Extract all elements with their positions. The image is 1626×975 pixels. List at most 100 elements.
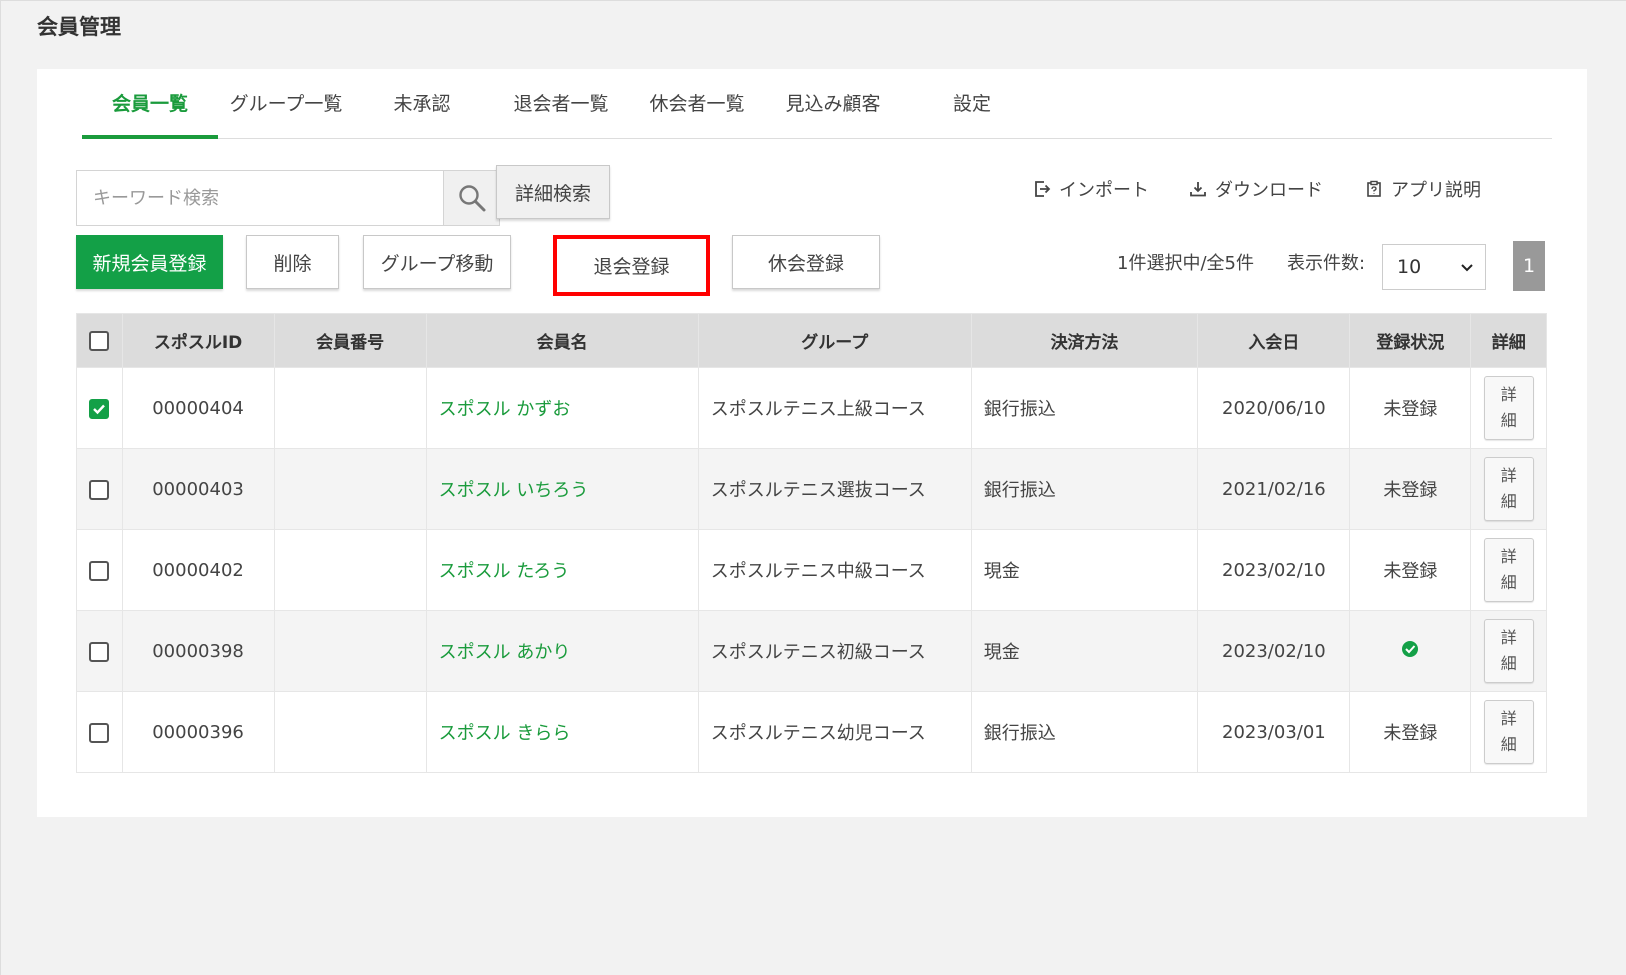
detail-label-1: 詳 bbox=[1500, 628, 1517, 647]
row-checkbox[interactable] bbox=[89, 641, 110, 662]
download-link[interactable]: ダウンロード bbox=[1189, 177, 1323, 201]
import-icon bbox=[1035, 181, 1051, 197]
status-cell bbox=[1349, 610, 1472, 692]
payment-cell: 銀行振込 bbox=[970, 691, 1199, 773]
row-checkbox[interactable] bbox=[89, 479, 110, 500]
joined-cell: 2020/06/10 bbox=[1197, 367, 1351, 449]
group-cell: スポスルテニス幼児コース bbox=[697, 691, 972, 773]
pagination-page[interactable]: 1 bbox=[1513, 241, 1545, 291]
highlight-box bbox=[553, 235, 710, 296]
payment-cell: 現金 bbox=[970, 529, 1199, 611]
number-cell bbox=[273, 367, 427, 449]
member-table: スポスルID 会員番号 会員名 グループ 決済方法 入会日 登録状況 詳細 00… bbox=[76, 313, 1547, 773]
detail-label-2: 細 bbox=[1500, 735, 1517, 754]
id-cell: 00000404 bbox=[121, 367, 275, 449]
header-status: 登録状況 bbox=[1349, 313, 1472, 368]
detail-cell: 詳細 bbox=[1470, 448, 1547, 530]
member-name-link[interactable]: スポスル かずお bbox=[425, 367, 699, 449]
detail-button[interactable]: 詳細 bbox=[1483, 457, 1534, 521]
joined-cell: 2023/02/10 bbox=[1197, 529, 1351, 611]
member-name-link[interactable]: スポスル たろう bbox=[425, 529, 699, 611]
member-name-link[interactable]: スポスル あかり bbox=[425, 610, 699, 692]
detail-button[interactable]: 詳細 bbox=[1483, 700, 1534, 764]
download-label: ダウンロード bbox=[1215, 180, 1323, 201]
app-help-link[interactable]: アプリ説明 bbox=[1365, 177, 1481, 201]
tab-settings[interactable]: 設定 bbox=[942, 69, 1002, 139]
select-all-cell bbox=[76, 313, 123, 368]
id-cell: 00000398 bbox=[121, 610, 275, 692]
search-button[interactable] bbox=[443, 171, 499, 225]
group-cell: スポスルテニス上級コース bbox=[697, 367, 972, 449]
delete-button[interactable]: 削除 bbox=[246, 235, 339, 289]
main-panel: 会員一覧 グループ一覧 未承認 退会者一覧 休会者一覧 見込み顧客 設定 詳細検… bbox=[37, 69, 1587, 817]
row-select-cell bbox=[76, 529, 123, 611]
move-group-button[interactable]: グループ移動 bbox=[363, 235, 511, 289]
tab-unapproved[interactable]: 未承認 bbox=[387, 69, 457, 139]
joined-cell: 2023/03/01 bbox=[1197, 691, 1351, 773]
detail-button[interactable]: 詳細 bbox=[1483, 619, 1534, 683]
joined-cell: 2023/02/10 bbox=[1197, 610, 1351, 692]
detail-search-button[interactable]: 詳細検索 bbox=[496, 165, 610, 219]
select-all-checkbox[interactable] bbox=[89, 330, 110, 351]
row-checkbox[interactable] bbox=[89, 560, 110, 581]
number-cell bbox=[273, 691, 427, 773]
row-checkbox[interactable] bbox=[89, 722, 110, 743]
member-name-link[interactable]: スポスル いちろう bbox=[425, 448, 699, 530]
table-row: 00000396 スポスル きらら スポスルテニス幼児コース 銀行振込 2023/03/… bbox=[76, 691, 1547, 773]
detail-cell: 詳細 bbox=[1470, 529, 1547, 611]
tab-group-list[interactable]: グループ一覧 bbox=[222, 69, 350, 139]
status-cell: 未登録 bbox=[1349, 529, 1472, 611]
table-row: 00000403 スポスル いちろう スポスルテニス選抜コース 銀行振込 2021/02… bbox=[76, 448, 1547, 530]
header-id: スポスルID bbox=[121, 313, 275, 368]
number-cell bbox=[273, 529, 427, 611]
suspend-button[interactable]: 休会登録 bbox=[732, 235, 880, 289]
table-row: 00000404 スポスル かずお スポスルテニス上級コース 銀行振込 2020/06/… bbox=[76, 367, 1547, 449]
detail-label-2: 細 bbox=[1500, 573, 1517, 592]
app-help-icon bbox=[1367, 180, 1381, 197]
id-cell: 00000402 bbox=[121, 529, 275, 611]
payment-cell: 現金 bbox=[970, 610, 1199, 692]
detail-cell: 詳細 bbox=[1470, 367, 1547, 449]
detail-button[interactable]: 詳細 bbox=[1483, 538, 1534, 602]
tab-member-list[interactable]: 会員一覧 bbox=[82, 69, 218, 139]
row-select-cell bbox=[76, 448, 123, 530]
search-icon bbox=[458, 185, 485, 212]
detail-label-2: 細 bbox=[1500, 492, 1517, 511]
detail-cell: 詳細 bbox=[1470, 610, 1547, 692]
detail-cell: 詳細 bbox=[1470, 691, 1547, 773]
status-cell: 未登録 bbox=[1349, 367, 1472, 449]
detail-label-1: 詳 bbox=[1500, 385, 1517, 404]
status-cell: 未登録 bbox=[1349, 691, 1472, 773]
tab-prospects[interactable]: 見込み顧客 bbox=[778, 69, 888, 139]
search-input[interactable] bbox=[77, 171, 444, 225]
detail-button[interactable]: 詳細 bbox=[1483, 376, 1534, 440]
number-cell bbox=[273, 610, 427, 692]
detail-label-1: 詳 bbox=[1500, 466, 1517, 485]
table-row: 00000402 スポスル たろう スポスルテニス中級コース 現金 2023/02/10… bbox=[76, 529, 1547, 611]
header-detail: 詳細 bbox=[1470, 313, 1547, 368]
id-cell: 00000403 bbox=[121, 448, 275, 530]
new-member-button[interactable]: 新規会員登録 bbox=[76, 235, 223, 289]
group-cell: スポスルテニス中級コース bbox=[697, 529, 972, 611]
row-select-cell bbox=[76, 367, 123, 449]
payment-cell: 銀行振込 bbox=[970, 367, 1199, 449]
row-checkbox[interactable] bbox=[89, 398, 110, 419]
import-link[interactable]: インポート bbox=[1033, 177, 1149, 201]
download-icon bbox=[1190, 182, 1206, 197]
tab-suspended-list[interactable]: 休会者一覧 bbox=[642, 69, 752, 139]
tab-withdrawn-list[interactable]: 退会者一覧 bbox=[506, 69, 616, 139]
app-help-label: アプリ説明 bbox=[1391, 180, 1481, 201]
header-name: 会員名 bbox=[425, 313, 699, 368]
per-page-select[interactable]: 10 bbox=[1382, 244, 1486, 290]
header-group: グループ bbox=[697, 313, 972, 368]
group-cell: スポスルテニス選抜コース bbox=[697, 448, 972, 530]
number-cell bbox=[273, 448, 427, 530]
detail-label-2: 細 bbox=[1500, 654, 1517, 673]
detail-label-1: 詳 bbox=[1500, 709, 1517, 728]
detail-label-2: 細 bbox=[1500, 411, 1517, 430]
joined-cell: 2021/02/16 bbox=[1197, 448, 1351, 530]
page-title: 会員管理 bbox=[37, 15, 121, 39]
check-circle-icon bbox=[1402, 640, 1419, 657]
id-cell: 00000396 bbox=[121, 691, 275, 773]
member-name-link[interactable]: スポスル きらら bbox=[425, 691, 699, 773]
